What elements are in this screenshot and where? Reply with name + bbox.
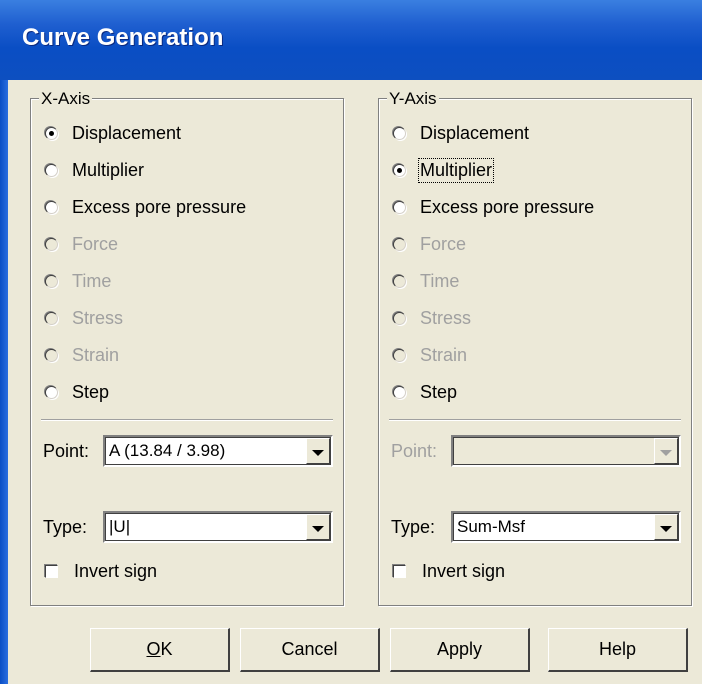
ok-label-rest: K [160, 639, 173, 659]
radio-icon [393, 311, 406, 325]
radio-icon [45, 126, 58, 140]
y-type-label: Type: [391, 517, 436, 537]
dialog-body: X-Axis Displacement Multiplier Excess po… [8, 80, 702, 684]
x-radio-excess-pore-pressure[interactable]: Excess pore pressure [45, 192, 246, 222]
chevron-down-icon [660, 526, 672, 532]
divider [41, 419, 333, 421]
x-radio-displacement[interactable]: Displacement [45, 118, 181, 148]
chevron-down-icon [312, 450, 324, 456]
option-label: Time [420, 270, 460, 291]
option-label: Strain [420, 344, 468, 365]
radio-icon [45, 311, 58, 325]
x-point-value: A (13.84 / 3.98) [109, 441, 226, 460]
option-label: Stress [420, 307, 472, 328]
option-label: Stress [72, 307, 124, 328]
y-radio-displacement[interactable]: Displacement [393, 118, 529, 148]
option-label: Excess pore pressure [72, 196, 247, 217]
x-radio-time: Time [45, 266, 111, 296]
radio-icon [393, 274, 406, 288]
divider [389, 419, 681, 421]
option-label: Force [420, 233, 467, 254]
option-label: Step [72, 381, 110, 402]
title-bar[interactable]: Curve Generation [0, 0, 702, 80]
x-type-label: Type: [43, 517, 88, 537]
y-axis-group: Y-Axis Displacement Multiplier Excess po… [378, 89, 692, 606]
y-type-select[interactable]: Sum-Msf [451, 511, 681, 543]
checkbox-label: Invert sign [422, 560, 506, 581]
y-radio-force: Force [393, 229, 466, 259]
window-title: Curve Generation [22, 24, 224, 51]
apply-button[interactable]: Apply [390, 628, 530, 672]
option-label: Displacement [72, 122, 182, 143]
y-invert-sign-checkbox[interactable]: Invert sign [393, 558, 505, 584]
y-point-select [451, 435, 681, 467]
radio-icon [393, 237, 406, 251]
dropdown-button[interactable] [306, 438, 330, 464]
checkbox-icon [45, 564, 58, 578]
help-button[interactable]: Help [548, 628, 688, 672]
option-label: Strain [72, 344, 120, 365]
y-axis-label: Y-Axis [387, 89, 439, 109]
ok-button[interactable]: OK [90, 628, 230, 672]
radio-icon [393, 385, 406, 399]
chevron-down-icon [312, 526, 324, 532]
checkbox-icon [393, 564, 406, 578]
y-radio-excess-pore-pressure[interactable]: Excess pore pressure [393, 192, 594, 222]
option-label: Multiplier [417, 157, 495, 183]
help-label: Help [598, 639, 637, 659]
chevron-down-icon [660, 450, 672, 456]
radio-icon [45, 237, 58, 251]
y-radio-time: Time [393, 266, 459, 296]
y-type-value: Sum-Msf [457, 517, 525, 536]
option-label: Force [72, 233, 119, 254]
option-label: Displacement [420, 122, 530, 143]
cancel-label: Cancel [281, 639, 338, 659]
x-radio-strain: Strain [45, 340, 119, 370]
y-radio-multiplier[interactable]: Multiplier [393, 155, 495, 185]
x-radio-stress: Stress [45, 303, 123, 333]
dropdown-button [654, 438, 678, 464]
window-border [0, 80, 8, 684]
radio-icon [393, 348, 406, 362]
radio-icon [45, 200, 58, 214]
x-type-select[interactable]: |U| [103, 511, 333, 543]
dropdown-button[interactable] [654, 514, 678, 540]
radio-icon [393, 126, 406, 140]
x-axis-group: X-Axis Displacement Multiplier Excess po… [30, 89, 344, 606]
y-radio-stress: Stress [393, 303, 471, 333]
radio-icon [45, 274, 58, 288]
option-label: Multiplier [72, 159, 145, 180]
dropdown-button[interactable] [306, 514, 330, 540]
radio-icon [45, 385, 58, 399]
x-axis-label: X-Axis [39, 89, 93, 109]
ok-hotkey: O [146, 639, 161, 659]
x-radio-step[interactable]: Step [45, 377, 109, 407]
cancel-button[interactable]: Cancel [240, 628, 380, 672]
radio-icon [45, 163, 58, 177]
option-label: Step [420, 381, 458, 402]
radio-icon [45, 348, 58, 362]
x-point-select[interactable]: A (13.84 / 3.98) [103, 435, 333, 467]
y-point-label: Point: [391, 441, 438, 461]
x-type-value: |U| [109, 517, 131, 536]
apply-label: Apply [436, 639, 483, 659]
checkbox-label: Invert sign [74, 560, 158, 581]
radio-icon [393, 200, 406, 214]
y-radio-step[interactable]: Step [393, 377, 457, 407]
x-invert-sign-checkbox[interactable]: Invert sign [45, 558, 157, 584]
option-label: Time [72, 270, 112, 291]
x-radio-force: Force [45, 229, 118, 259]
radio-icon [393, 163, 406, 177]
x-radio-multiplier[interactable]: Multiplier [45, 155, 144, 185]
option-label: Excess pore pressure [420, 196, 595, 217]
x-point-label: Point: [43, 441, 90, 461]
y-radio-strain: Strain [393, 340, 467, 370]
